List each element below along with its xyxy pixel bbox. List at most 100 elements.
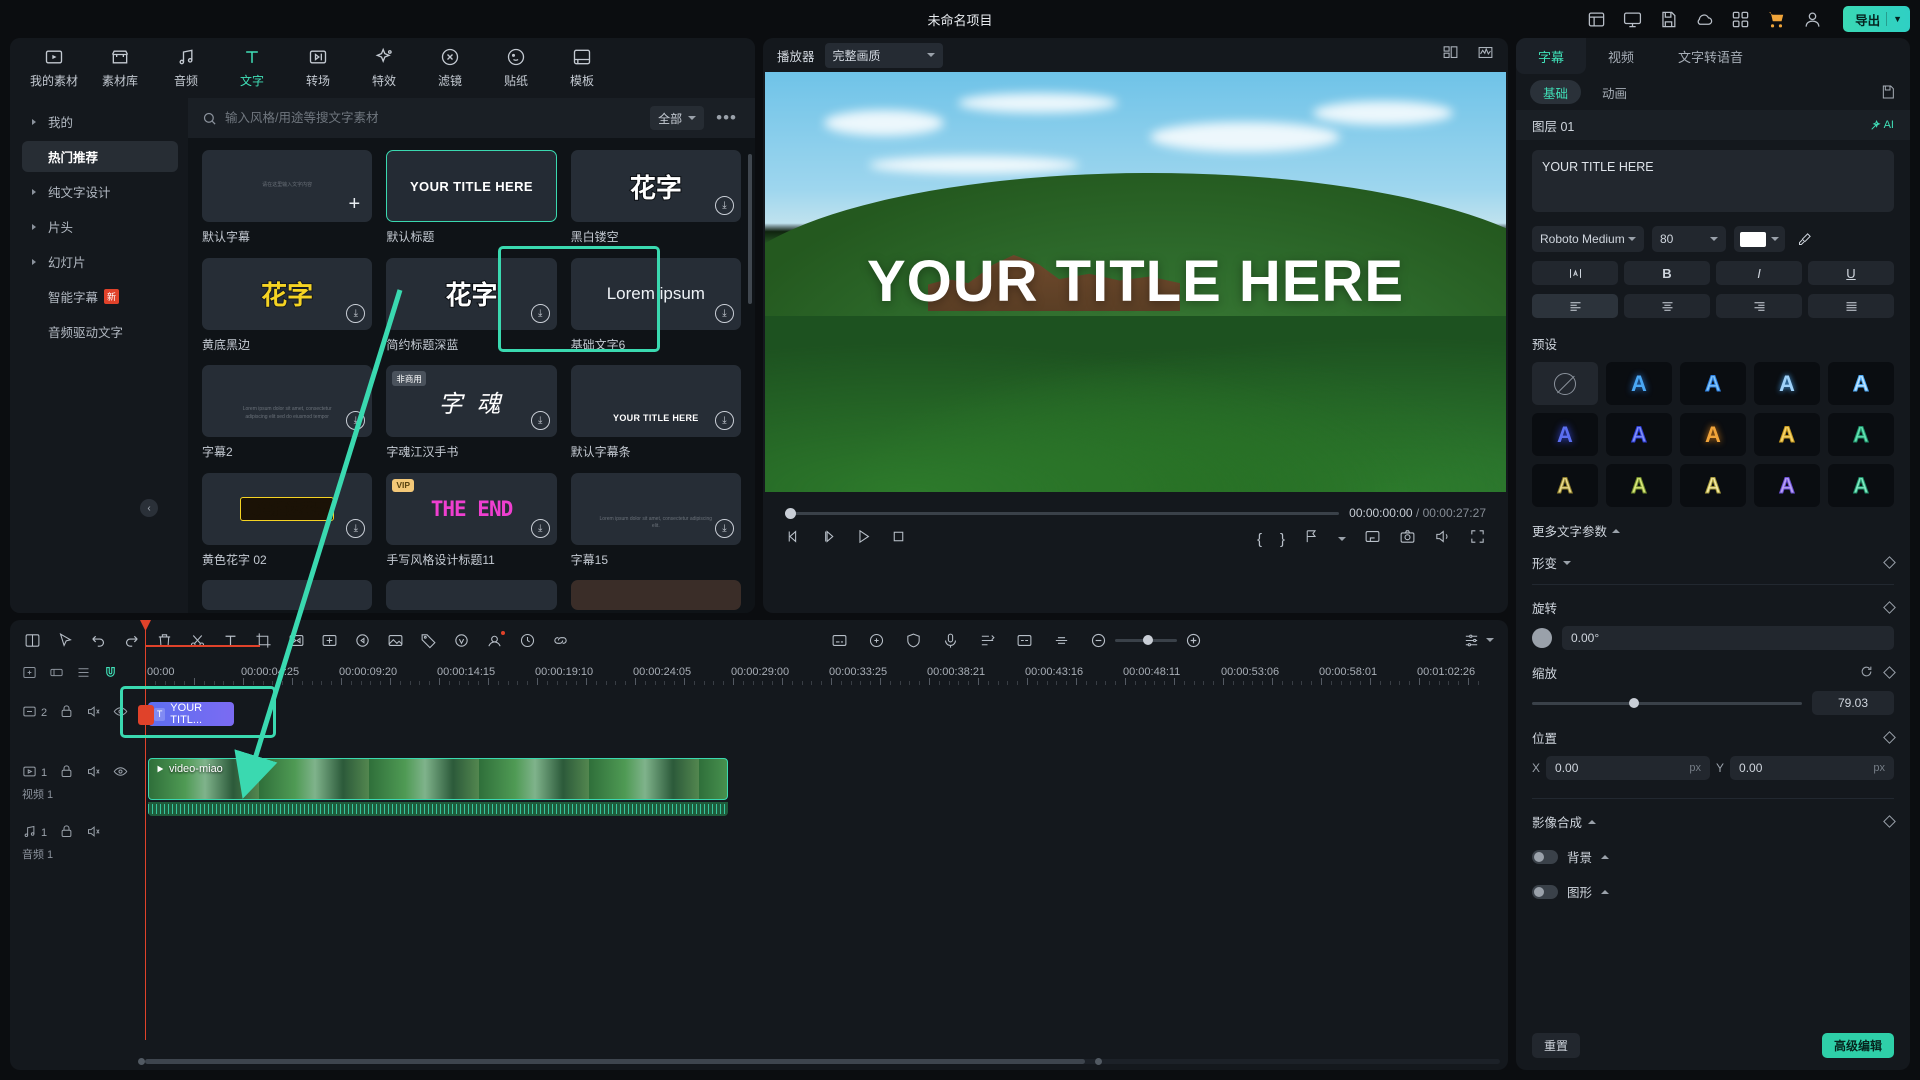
player-scrubber[interactable] — [785, 507, 1340, 519]
asset-card[interactable]: Lorem ipsum ⤓ 基础文字6 — [570, 257, 741, 356]
cart-icon[interactable] — [1765, 8, 1787, 30]
asset-thumbnail[interactable]: 请在这里输入文字内容 + — [202, 150, 373, 222]
scope-waveform-icon[interactable] — [1477, 44, 1494, 66]
keyframe-diamond-icon[interactable] — [1883, 815, 1896, 828]
scrubber-knob[interactable] — [785, 507, 796, 519]
grid-apps-icon[interactable] — [1729, 8, 1751, 30]
font-family-dropdown[interactable]: Roboto Medium — [1532, 226, 1644, 252]
asset-thumbnail[interactable]: 黄色描边花字 ⤓ — [202, 472, 373, 545]
position-y-field[interactable]: 0.00 px — [1730, 756, 1894, 780]
zoom-out-icon[interactable] — [1090, 632, 1107, 649]
edit-tag-icon[interactable] — [420, 632, 437, 649]
collapse-sidebar-button[interactable]: ‹ — [140, 499, 158, 517]
asset-card[interactable] — [570, 580, 741, 613]
rotation-value[interactable]: 0.00° — [1562, 626, 1894, 650]
more-text-params-toggle[interactable]: 更多文字参数 — [1532, 521, 1894, 540]
preset-item[interactable]: A — [1754, 362, 1820, 405]
monitor-icon[interactable] — [1621, 8, 1643, 30]
chevron-up-icon[interactable] — [1601, 854, 1610, 859]
asset-thumbnail[interactable]: Lorem ipsum ⤓ — [570, 257, 741, 330]
preset-item[interactable]: A — [1754, 464, 1820, 507]
download-icon[interactable]: ⤓ — [530, 303, 550, 323]
align-left-button[interactable] — [1532, 294, 1618, 318]
asset-thumbnail[interactable]: YOUR TITLE HERE — [386, 150, 557, 222]
eyedropper-icon[interactable] — [1797, 232, 1812, 247]
save-preset-icon[interactable] — [1880, 84, 1896, 100]
sidebar-item-opening[interactable]: 片头 — [22, 211, 178, 242]
mark-out-icon[interactable]: } — [1280, 531, 1285, 548]
asset-thumbnail[interactable]: 非商用 字 魂 ⤓ — [386, 365, 557, 438]
sidebar-item-hot[interactable]: 热门推荐 — [22, 141, 178, 172]
asset-thumbnail[interactable]: 花字 ⤓ — [202, 257, 373, 330]
volume-icon[interactable] — [1434, 528, 1451, 550]
scrollbar-thumb[interactable] — [145, 1059, 1085, 1064]
letter-spacing-button[interactable] — [1532, 261, 1618, 285]
asset-thumbnail[interactable] — [386, 580, 557, 611]
tab-sticker[interactable]: 贴纸 — [486, 42, 546, 94]
preset-item[interactable]: A — [1606, 464, 1672, 507]
preset-item[interactable]: A — [1828, 464, 1894, 507]
slider-knob[interactable] — [1629, 697, 1640, 708]
zoom-in-icon[interactable] — [1185, 632, 1202, 649]
mute-icon[interactable] — [86, 824, 101, 842]
preset-none[interactable] — [1532, 362, 1598, 405]
tab-material-library[interactable]: 素材库 — [90, 42, 150, 94]
tab-transition[interactable]: 转场 — [288, 42, 348, 94]
download-icon[interactable]: ⤓ — [714, 411, 734, 431]
rotation-dial[interactable] — [1532, 628, 1552, 648]
export-button[interactable]: 导出 ▼ — [1843, 6, 1910, 32]
preset-item[interactable]: A — [1680, 362, 1746, 405]
timeline-marker-flag[interactable] — [138, 705, 154, 725]
undo-icon[interactable] — [90, 632, 107, 649]
lock-icon[interactable] — [59, 824, 74, 842]
tab-video[interactable]: 视频 — [1586, 38, 1656, 74]
asset-thumbnail[interactable]: Lorem ipsum dolor sit amet, consectetur … — [570, 472, 741, 545]
mixer-icon[interactable] — [76, 665, 91, 685]
asset-thumbnail[interactable]: 花字 ⤓ — [386, 257, 557, 330]
align-center-button[interactable] — [1624, 294, 1710, 318]
shield-icon[interactable] — [905, 632, 922, 649]
sidebar-item-smart-subtitle[interactable]: 智能字幕 新 — [22, 281, 178, 312]
text-color-picker[interactable] — [1734, 226, 1785, 252]
zoom-knob[interactable] — [1142, 634, 1153, 645]
play-icon[interactable] — [855, 528, 872, 550]
lock-icon[interactable] — [59, 764, 74, 782]
export-chevron-down-icon[interactable]: ▼ — [1893, 14, 1902, 24]
video-clip[interactable]: video-miao — [148, 758, 728, 800]
chevron-up-icon[interactable] — [1601, 889, 1610, 894]
next-frame-icon[interactable] — [820, 528, 837, 550]
asset-card[interactable] — [202, 580, 373, 613]
asset-card[interactable]: 请在这里输入文字内容 + 默认字幕 — [202, 150, 373, 248]
preset-item[interactable]: A — [1532, 464, 1598, 507]
download-icon[interactable]: ⤓ — [714, 303, 734, 323]
asset-card[interactable]: 花字 ⤓ 黑白镂空 — [570, 150, 741, 248]
background-toggle[interactable] — [1532, 849, 1558, 864]
asset-thumbnail[interactable]: YOUR TITLE HERE ⤓ — [570, 365, 741, 438]
tab-subtitle[interactable]: 字幕 — [1516, 38, 1587, 74]
scroll-left-dot[interactable] — [138, 1058, 145, 1065]
snapshot-icon[interactable] — [1399, 528, 1416, 550]
eye-icon[interactable] — [113, 764, 128, 782]
marker-icon[interactable] — [1303, 528, 1320, 550]
track-settings-icon[interactable] — [1463, 632, 1480, 649]
preset-item[interactable]: A — [1680, 464, 1746, 507]
text-clip[interactable]: T YOUR TITL... — [148, 702, 234, 726]
mark-in-icon[interactable]: { — [1257, 531, 1262, 548]
scale-slider[interactable] — [1532, 697, 1802, 708]
link-icon[interactable] — [552, 632, 569, 649]
search-input[interactable] — [225, 111, 643, 125]
color-match-icon[interactable] — [453, 632, 470, 649]
reset-button[interactable]: 重置 — [1532, 1032, 1581, 1058]
fullscreen-toggle-icon[interactable] — [1364, 528, 1381, 550]
asset-thumbnail[interactable]: 花字 ⤓ — [570, 150, 741, 222]
download-icon[interactable]: ⤓ — [346, 303, 366, 323]
subtab-basic[interactable]: 基础 — [1530, 80, 1582, 104]
tab-effects[interactable]: 特效 — [354, 42, 414, 94]
group-clips-icon[interactable] — [49, 665, 64, 685]
mute-icon[interactable] — [86, 704, 101, 722]
download-icon[interactable]: ⤓ — [714, 196, 734, 215]
speed-icon[interactable] — [519, 632, 536, 649]
layer-row[interactable]: 图层 01 AI — [1516, 110, 1910, 140]
asset-card-default-title[interactable]: YOUR TITLE HERE 默认标题 — [386, 150, 557, 248]
keyframe-list-icon[interactable] — [979, 632, 996, 649]
